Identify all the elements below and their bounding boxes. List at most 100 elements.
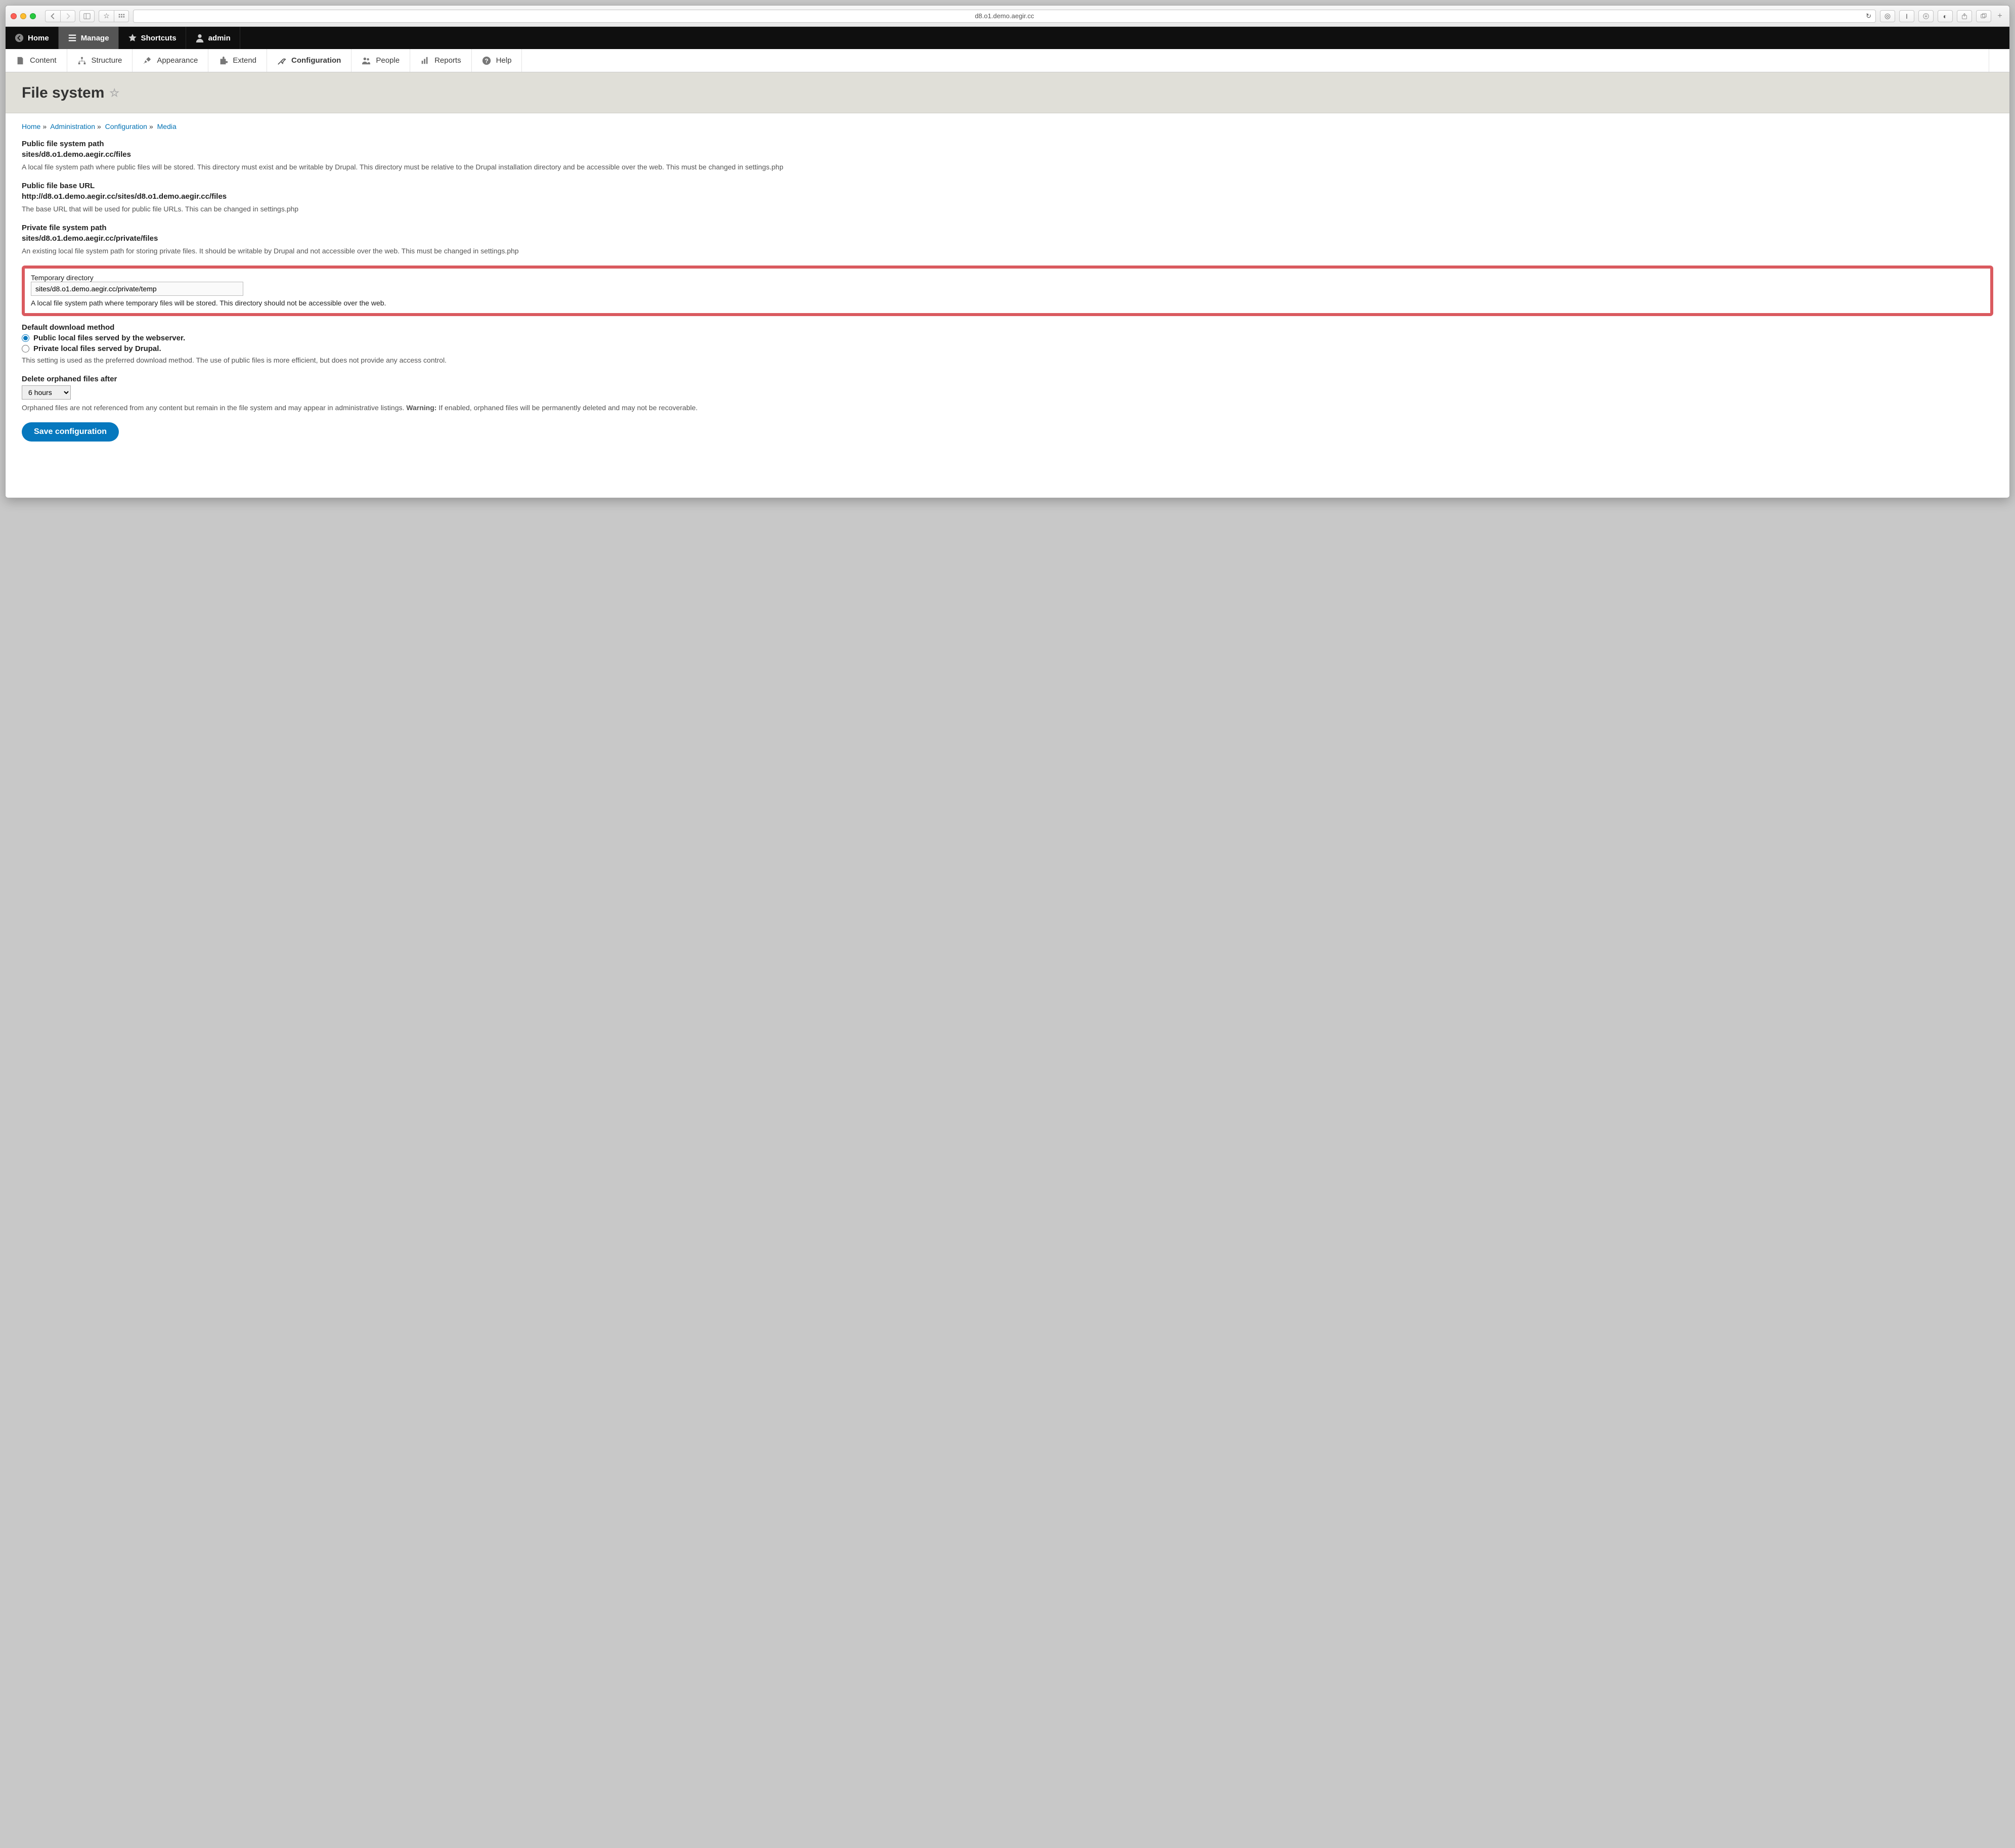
public-path-label: Public file system path [22, 140, 1993, 148]
configuration-icon [277, 56, 286, 65]
top-sites-button[interactable] [114, 10, 129, 22]
toolbar-icon-3[interactable]: ◐ [1938, 10, 1953, 22]
admin-menu: Content Structure Appearance Extend Conf… [6, 49, 2009, 72]
radio-private[interactable] [22, 345, 29, 353]
share-button[interactable] [1957, 10, 1972, 22]
nav-back-button[interactable] [45, 10, 60, 22]
nav-forward-button[interactable] [60, 10, 75, 22]
toolbar-shortcuts[interactable]: Shortcuts [119, 27, 186, 49]
minimize-window-icon[interactable] [20, 13, 26, 19]
help-icon: ? [482, 56, 491, 65]
temp-dir-input[interactable] [31, 282, 243, 296]
orphan-label: Delete orphaned files after [22, 375, 1993, 383]
public-url-desc: The base URL that will be used for publi… [22, 204, 1993, 214]
bookmarks-button[interactable]: ☆ [99, 10, 114, 22]
breadcrumb: Home» Administration» Configuration» Med… [22, 122, 1993, 130]
toolbar-manage[interactable]: Manage [59, 27, 119, 49]
orphan-desc: Orphaned files are not referenced from a… [22, 403, 1993, 413]
people-icon [362, 56, 371, 65]
new-tab-button[interactable]: + [1995, 12, 2004, 21]
reports-icon [420, 56, 429, 65]
menu-extend-label: Extend [233, 56, 256, 65]
close-window-icon[interactable] [11, 13, 17, 19]
radio-public-label: Public local files served by the webserv… [33, 334, 185, 342]
private-path-label: Private file system path [22, 224, 1993, 232]
download-method-label: Default download method [22, 323, 1993, 332]
tabs-button[interactable] [1976, 10, 1991, 22]
url-text: d8.o1.demo.aegir.cc [975, 12, 1034, 20]
download-method-desc: This setting is used as the preferred do… [22, 355, 1993, 366]
menu-content-label: Content [30, 56, 57, 65]
menu-configuration[interactable]: Configuration [267, 49, 352, 72]
menu-configuration-label: Configuration [291, 56, 341, 65]
appearance-icon [143, 56, 152, 65]
drupal-toolbar: Home Manage Shortcuts admin [6, 27, 2009, 49]
toolbar-home[interactable]: Home [6, 27, 59, 49]
menu-people-label: People [376, 56, 400, 65]
title-bar: File system ☆ [6, 72, 2009, 113]
menu-content[interactable]: Content [6, 49, 67, 72]
toolbar-home-label: Home [28, 34, 49, 42]
menu-help[interactable]: ? Help [472, 49, 522, 72]
download-method-item: Default download method Public local fil… [22, 323, 1993, 366]
back-circle-icon [15, 33, 24, 42]
browser-chrome: ☆ d8.o1.demo.aegir.cc ↻ ◎ I ◐ + [6, 6, 2009, 27]
toolbar-icon-1[interactable]: ◎ [1880, 10, 1895, 22]
window-controls [11, 13, 36, 19]
radio-public[interactable] [22, 334, 29, 342]
save-button[interactable]: Save configuration [22, 422, 119, 442]
public-url-label: Public file base URL [22, 182, 1993, 190]
favorite-star-icon[interactable]: ☆ [109, 86, 119, 100]
svg-text:?: ? [485, 58, 488, 64]
toolbar-admin[interactable]: admin [186, 27, 240, 49]
structure-icon [77, 56, 86, 65]
user-icon [195, 33, 204, 42]
page-title: File system ☆ [22, 84, 1993, 102]
private-path-item: Private file system path sites/d8.o1.dem… [22, 224, 1993, 256]
menu-structure[interactable]: Structure [67, 49, 133, 72]
star-icon [128, 33, 137, 42]
orphan-desc-a: Orphaned files are not referenced from a… [22, 404, 406, 412]
menu-structure-label: Structure [92, 56, 122, 65]
url-bar[interactable]: d8.o1.demo.aegir.cc ↻ [133, 10, 1876, 23]
private-path-desc: An existing local file system path for s… [22, 246, 1993, 256]
public-path-value: sites/d8.o1.demo.aegir.cc/files [22, 150, 1993, 159]
radio-private-row[interactable]: Private local files served by Drupal. [22, 344, 1993, 353]
temp-dir-label: Temporary directory [31, 274, 1984, 282]
maximize-window-icon[interactable] [30, 13, 36, 19]
menu-extend[interactable]: Extend [208, 49, 267, 72]
radio-private-label: Private local files served by Drupal. [33, 344, 161, 353]
crumb-home[interactable]: Home [22, 122, 40, 130]
public-url-value: http://d8.o1.demo.aegir.cc/sites/d8.o1.d… [22, 192, 1993, 201]
public-path-item: Public file system path sites/d8.o1.demo… [22, 140, 1993, 172]
sidebar-toggle-button[interactable] [79, 10, 95, 22]
menu-reports[interactable]: Reports [410, 49, 472, 72]
menu-help-label: Help [496, 56, 512, 65]
toolbar-icon-2[interactable]: I [1899, 10, 1914, 22]
menu-appearance[interactable]: Appearance [133, 49, 208, 72]
extend-icon [218, 56, 228, 65]
menu-collapse[interactable] [1989, 49, 2009, 72]
content-icon [16, 56, 25, 65]
crumb-configuration[interactable]: Configuration [105, 122, 147, 130]
reload-icon[interactable]: ↻ [1866, 12, 1871, 20]
radio-public-row[interactable]: Public local files served by the webserv… [22, 334, 1993, 342]
downloads-button[interactable] [1918, 10, 1934, 22]
private-path-value: sites/d8.o1.demo.aegir.cc/private/files [22, 234, 1993, 243]
temp-dir-desc: A local file system path where temporary… [31, 299, 1984, 307]
toolbar-manage-label: Manage [81, 34, 109, 42]
toolbar-shortcuts-label: Shortcuts [141, 34, 177, 42]
page-content: Home» Administration» Configuration» Med… [6, 113, 2009, 498]
crumb-administration[interactable]: Administration [50, 122, 95, 130]
hamburger-icon [68, 33, 77, 42]
orphan-select[interactable]: 6 hours [22, 385, 71, 400]
page-title-text: File system [22, 84, 104, 102]
temp-dir-highlight: Temporary directory A local file system … [22, 266, 1993, 316]
orphan-warn: Warning: [406, 404, 436, 412]
public-path-desc: A local file system path where public fi… [22, 162, 1993, 172]
menu-people[interactable]: People [352, 49, 410, 72]
menu-reports-label: Reports [434, 56, 461, 65]
public-url-item: Public file base URL http://d8.o1.demo.a… [22, 182, 1993, 214]
toolbar-admin-label: admin [208, 34, 231, 42]
crumb-media[interactable]: Media [157, 122, 177, 130]
